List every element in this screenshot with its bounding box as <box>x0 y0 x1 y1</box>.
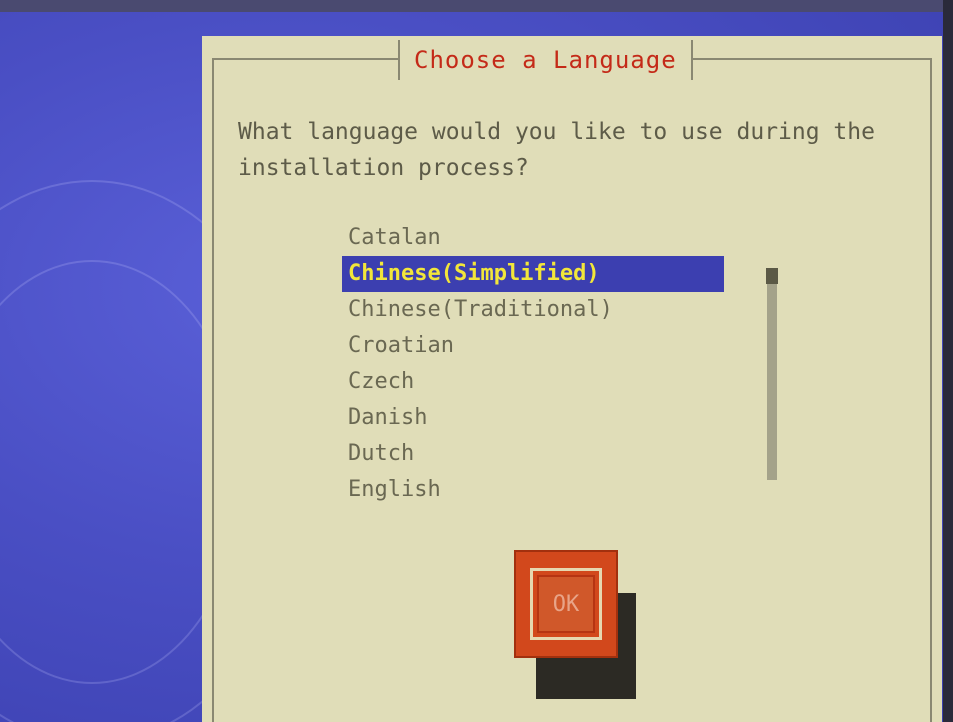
language-prompt: What language would you like to use duri… <box>238 119 875 181</box>
screen-edge <box>943 0 953 722</box>
dialog-title: Choose a Language <box>414 46 677 74</box>
ok-button-label: OK <box>552 591 580 617</box>
ok-button[interactable]: OK <box>514 550 618 658</box>
language-option-czech[interactable]: Czech <box>342 364 742 400</box>
language-option-chinese-traditional[interactable]: Chinese(Traditional) <box>342 292 742 328</box>
language-list[interactable]: Catalan Chinese(Simplified) Chinese(Trad… <box>342 220 742 520</box>
language-option-english[interactable]: English <box>342 472 742 508</box>
scrollbar-thumb[interactable] <box>766 268 778 284</box>
language-dialog: Choose a Language What language would yo… <box>202 36 942 722</box>
screen-top-bar <box>0 0 953 12</box>
language-list-scrollbar[interactable] <box>766 268 778 480</box>
language-option-dutch[interactable]: Dutch <box>342 436 742 472</box>
ok-button-face: OK <box>537 575 595 633</box>
language-option-catalan[interactable]: Catalan <box>342 220 742 256</box>
language-option-chinese-simplified[interactable]: Chinese(Simplified) <box>342 256 724 292</box>
language-option-croatian[interactable]: Croatian <box>342 328 742 364</box>
language-option-danish[interactable]: Danish <box>342 400 742 436</box>
ok-button-border: OK <box>530 568 602 640</box>
dialog-title-box: Choose a Language <box>398 40 693 80</box>
installer-screen: Choose a Language What language would yo… <box>0 0 953 722</box>
